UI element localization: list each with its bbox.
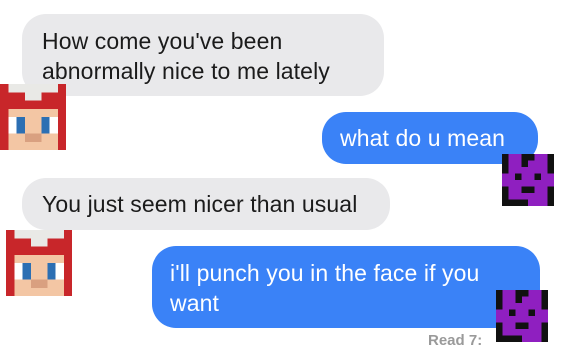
pixel-purple-avatar-icon: [502, 154, 554, 206]
message-bubble-incoming[interactable]: How come you've been abnormally nice to …: [22, 14, 384, 96]
pixel-girl-avatar-icon: [6, 230, 72, 296]
message-bubble-outgoing[interactable]: i'll punch you in the face if you want: [152, 246, 540, 328]
pixel-girl-avatar-icon: [0, 84, 66, 150]
pixel-purple-avatar-icon: [496, 290, 548, 342]
message-text: what do u mean: [340, 125, 506, 151]
read-receipt: Read 7:: [428, 332, 483, 349]
message-text: You just seem nicer than usual: [42, 191, 358, 217]
message-bubble-incoming[interactable]: You just seem nicer than usual: [22, 178, 390, 230]
message-text: i'll punch you in the face if you want: [170, 260, 480, 316]
message-text: How come you've been abnormally nice to …: [42, 28, 330, 84]
